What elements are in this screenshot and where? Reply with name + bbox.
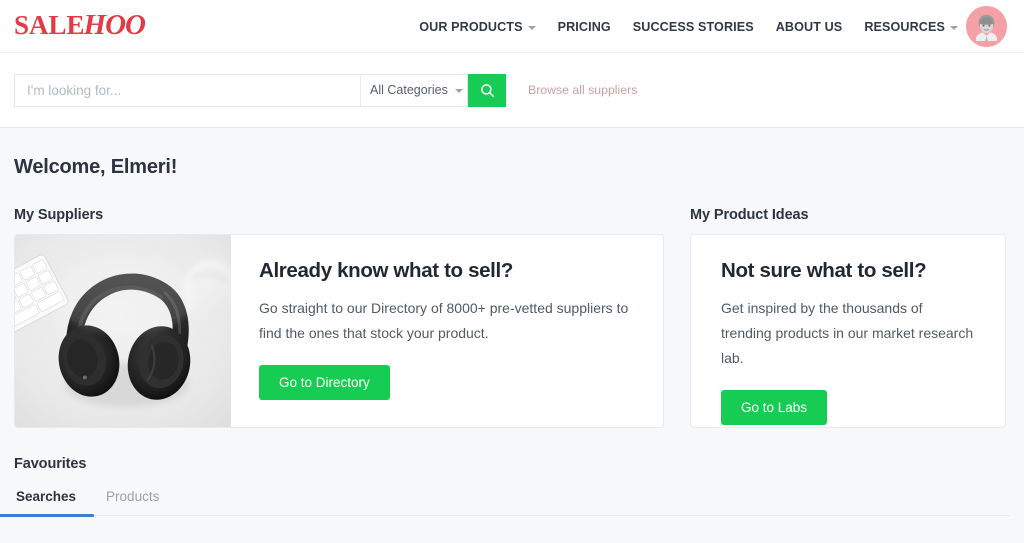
category-select[interactable]: All Categories bbox=[360, 73, 468, 107]
product-ideas-card-title: Not sure what to sell? bbox=[721, 259, 927, 282]
product-ideas-card-body: Not sure what to sell? Get inspired by t… bbox=[691, 235, 1005, 427]
favourites-tabs: Searches Products bbox=[0, 489, 1010, 517]
category-select-label: All Categories bbox=[370, 83, 448, 97]
suppliers-card-body: Already know what to sell? Go straight t… bbox=[231, 235, 663, 427]
nav-label: SUCCESS STORIES bbox=[632, 19, 754, 34]
search-input[interactable] bbox=[27, 82, 348, 98]
go-to-labs-button[interactable]: Go to Labs bbox=[721, 390, 828, 425]
search-bar: All Categories Browse all suppliers bbox=[0, 53, 1024, 128]
favourites-title: Favourites bbox=[14, 456, 87, 472]
my-suppliers-column: My Suppliers Already know what to sell? … bbox=[14, 207, 664, 428]
nav-item-pricing[interactable]: PRICING bbox=[558, 20, 611, 34]
welcome-heading: Welcome, Elmeri! bbox=[14, 156, 178, 178]
product-ideas-card-text: Get inspired by the thousands of trendin… bbox=[721, 300, 974, 366]
favourites-section: Favourites Searches Products bbox=[0, 456, 1010, 517]
my-product-ideas-label: My Product Ideas bbox=[690, 207, 809, 223]
nav-item-resources[interactable]: RESOURCES bbox=[864, 20, 958, 34]
chevron-down-icon bbox=[527, 25, 536, 30]
nav-item-about-us[interactable]: ABOUT US bbox=[776, 20, 843, 34]
nav-label: PRICING bbox=[557, 19, 611, 34]
browse-all-suppliers-link[interactable]: Browse all suppliers bbox=[528, 83, 637, 97]
my-product-ideas-column: My Product Ideas Not sure what to sell? … bbox=[690, 207, 1006, 428]
nav-label: RESOURCES bbox=[864, 19, 945, 34]
main-content: Welcome, Elmeri! My Suppliers Already kn… bbox=[0, 128, 1024, 542]
my-suppliers-label: My Suppliers bbox=[14, 207, 104, 223]
user-avatar-icon[interactable] bbox=[966, 6, 1007, 47]
suppliers-card: Already know what to sell? Go straight t… bbox=[14, 234, 664, 428]
chevron-down-icon bbox=[950, 25, 958, 30]
salehoo-logo[interactable]: SALE HOO bbox=[14, 9, 146, 41]
nav-item-success-stories[interactable]: SUCCESS STORIES bbox=[633, 20, 754, 34]
search-field-wrapper[interactable] bbox=[14, 73, 360, 107]
suppliers-card-text: Go straight to our Directory of 8000+ pr… bbox=[259, 300, 629, 341]
tab-products[interactable]: Products bbox=[104, 489, 161, 515]
dashboard-columns: My Suppliers Already know what to sell? … bbox=[14, 207, 1010, 428]
nav-label: OUR PRODUCTS bbox=[419, 19, 523, 34]
search-icon bbox=[480, 83, 494, 97]
tab-searches[interactable]: Searches bbox=[0, 489, 95, 517]
headphones-photo bbox=[15, 235, 231, 427]
logo-text-sale: SALE bbox=[14, 10, 85, 40]
main-navigation: OUR PRODUCTS PRICING SUCCESS STORIES ABO… bbox=[419, 0, 958, 53]
logo-text-hoo: HOO bbox=[83, 9, 146, 41]
nav-item-our-products[interactable]: OUR PRODUCTS bbox=[419, 19, 536, 34]
search-submit-button[interactable] bbox=[468, 73, 506, 107]
go-to-directory-button[interactable]: Go to Directory bbox=[259, 365, 390, 400]
product-ideas-card: Not sure what to sell? Get inspired by t… bbox=[690, 234, 1006, 428]
nav-label: ABOUT US bbox=[775, 19, 843, 34]
site-header: SALE HOO OUR PRODUCTS PRICING SUCCESS ST… bbox=[0, 0, 1024, 53]
search-group: All Categories bbox=[14, 73, 506, 107]
suppliers-card-title: Already know what to sell? bbox=[259, 259, 514, 282]
chevron-down-icon bbox=[454, 89, 463, 93]
